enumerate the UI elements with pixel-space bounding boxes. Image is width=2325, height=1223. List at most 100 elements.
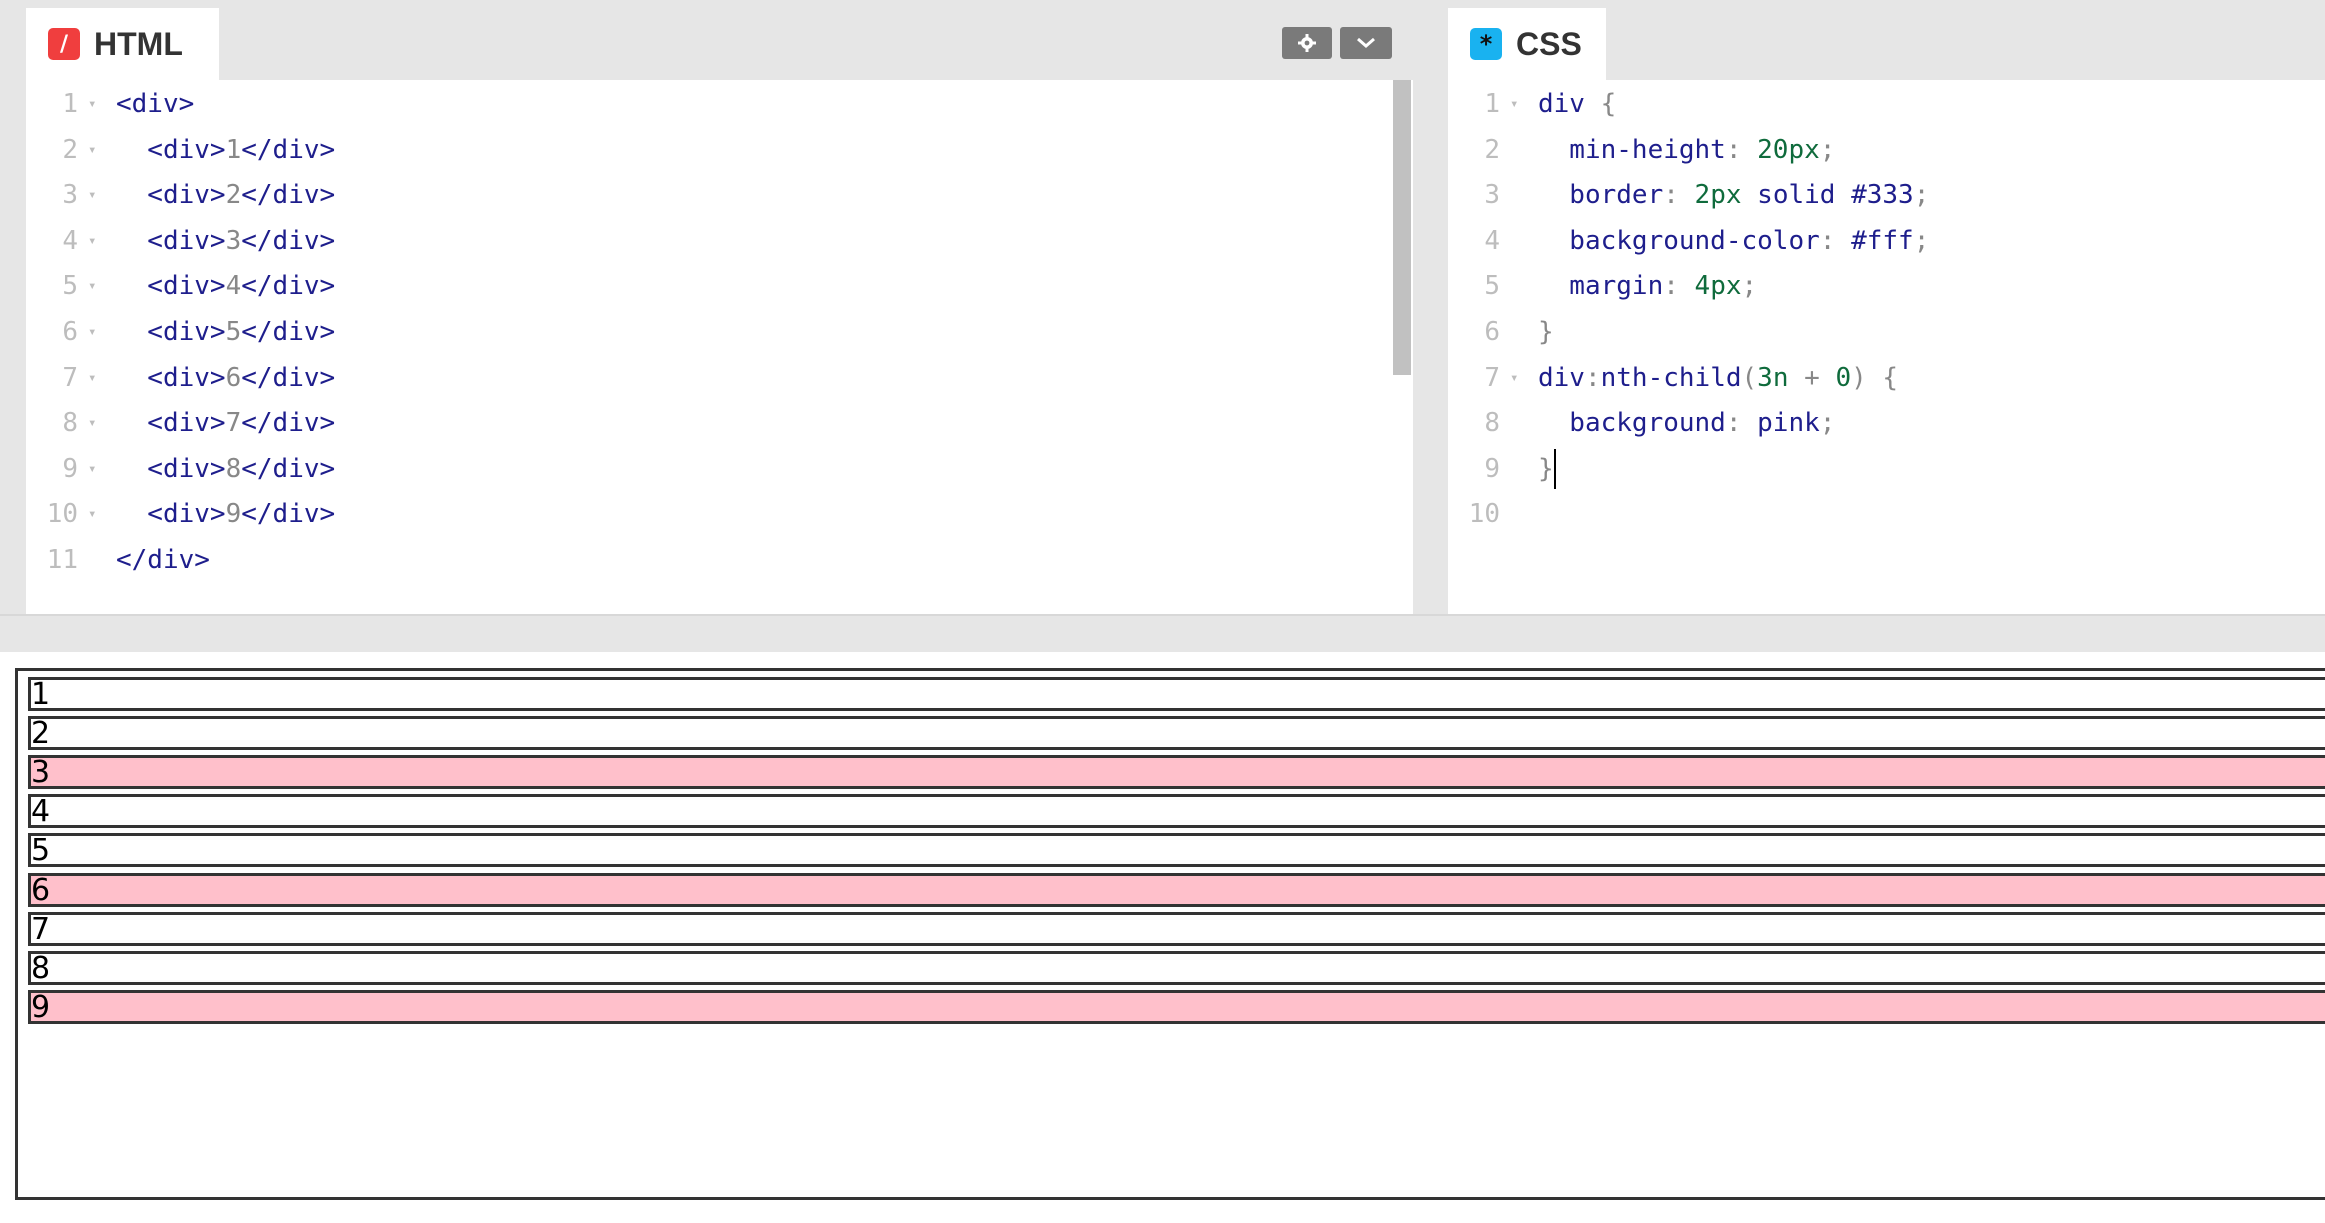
code-token: #333 xyxy=(1851,180,1914,211)
code-line: 1 ▾ <div> xyxy=(26,82,1413,127)
code-token: 3n xyxy=(1757,362,1789,393)
code-token: : xyxy=(1725,408,1758,439)
fold-arrow-icon[interactable]: ▾ xyxy=(88,310,96,355)
code-token: <div> xyxy=(116,89,195,119)
code-token: </div> xyxy=(241,180,336,211)
code-token: background-color xyxy=(1538,225,1820,256)
code-line: 10 xyxy=(1448,492,2325,537)
code-token: } xyxy=(1538,453,1554,484)
line-number: 8 xyxy=(62,408,78,439)
code-token: ; xyxy=(1819,408,1836,439)
result-div-row: 3 xyxy=(28,755,2325,791)
line-number: 2 xyxy=(1484,134,1500,165)
result-div-label: 5 xyxy=(31,833,51,869)
code-text: background-color: #fff; xyxy=(1538,219,1929,264)
code-token: <div> xyxy=(116,362,226,393)
code-token: 6 xyxy=(225,362,242,393)
code-token: </div> xyxy=(241,225,336,256)
code-text: div:nth-child(3n + 0) { xyxy=(1538,356,1898,401)
fold-arrow-icon[interactable]: ▾ xyxy=(88,447,96,492)
code-line: 10 ▾ <div>9</div> xyxy=(26,492,1413,537)
code-text: } xyxy=(1538,447,1554,492)
code-text: min-height: 20px; xyxy=(1538,128,1835,173)
code-token: pink xyxy=(1757,408,1820,439)
line-number: 7 xyxy=(62,362,78,393)
html-icon: / xyxy=(48,28,80,60)
code-token: </div> xyxy=(241,271,336,302)
code-token: 7 xyxy=(225,408,242,439)
fold-arrow-icon[interactable]: ▾ xyxy=(88,173,96,218)
result-div-row: 8 xyxy=(28,950,2325,986)
fold-arrow-icon[interactable]: ▾ xyxy=(88,401,96,446)
css-code-editor[interactable]: 1 ▾ div {2 min-height: 20px; 3 border: 2px … xyxy=(1448,80,2325,614)
result-div-row: 5 xyxy=(28,833,2325,869)
code-token: ( xyxy=(1741,362,1758,393)
html-editor-scrollbar[interactable] xyxy=(1393,80,1411,375)
line-number: 3 xyxy=(62,180,78,211)
line-number: 11 xyxy=(46,545,78,575)
result-div-label: 7 xyxy=(31,911,51,947)
code-text: <div>3</div> xyxy=(116,219,335,264)
code-token: <div> xyxy=(116,271,226,302)
line-number: 8 xyxy=(1484,408,1500,439)
settings-button[interactable] xyxy=(1282,27,1332,59)
code-line: 7 ▾ <div>6</div> xyxy=(26,356,1413,401)
code-token: + xyxy=(1788,362,1836,393)
code-line: 9} xyxy=(1448,447,2325,492)
line-number: 3 xyxy=(1484,180,1500,211)
code-token: min-height xyxy=(1538,134,1726,165)
code-token: 1 xyxy=(225,134,242,165)
code-line: 7 ▾ div:nth-child(3n + 0) { xyxy=(1448,356,2325,401)
code-line: 9 ▾ <div>8</div> xyxy=(26,447,1413,492)
result-div-label: 3 xyxy=(31,755,51,791)
fold-arrow-icon[interactable]: ▾ xyxy=(88,82,96,127)
code-token: div xyxy=(1538,362,1585,393)
code-token: ; xyxy=(1913,225,1930,256)
fold-arrow-icon[interactable]: ▾ xyxy=(1510,82,1518,127)
result-div-row: 6 xyxy=(28,872,2325,907)
tab-html-label: HTML xyxy=(94,25,183,62)
code-token: nth-child xyxy=(1600,362,1742,393)
editor-area: / HTML 1 ▾ <div> 2 ▾ <div>1</div> 3 ▾ <div>2</… xyxy=(0,0,2325,620)
code-line: 4 ▾ <div>3</div> xyxy=(26,219,1413,264)
html-code-editor[interactable]: 1 ▾ <div> 2 ▾ <div>1</div> 3 ▾ <div>2</div> 4 ▾ … xyxy=(26,80,1413,614)
line-number: 4 xyxy=(1484,225,1500,256)
line-number: 5 xyxy=(1484,271,1500,302)
code-token: margin xyxy=(1538,271,1664,302)
fold-arrow-icon[interactable]: ▾ xyxy=(88,128,96,173)
code-token: <div> xyxy=(116,180,226,211)
tab-css[interactable]: * CSS xyxy=(1448,8,1606,80)
fold-arrow-icon[interactable]: ▾ xyxy=(88,264,96,309)
css-icon: * xyxy=(1470,28,1502,60)
pane-resize-handle[interactable] xyxy=(0,614,2325,652)
gear-icon xyxy=(1298,34,1316,52)
line-number: 5 xyxy=(62,271,78,302)
line-number: 9 xyxy=(1484,453,1500,484)
code-token: ) xyxy=(1851,362,1883,393)
code-token: <div> xyxy=(116,453,226,484)
collapse-button[interactable] xyxy=(1340,27,1392,59)
code-text: <div>8</div> xyxy=(116,447,335,492)
code-text: <div>7</div> xyxy=(116,401,335,446)
tab-html[interactable]: / HTML xyxy=(26,8,219,80)
code-line: 8 ▾ <div>7</div> xyxy=(26,401,1413,446)
fold-arrow-icon[interactable]: ▾ xyxy=(1510,356,1518,401)
fold-arrow-icon[interactable]: ▾ xyxy=(88,219,96,264)
code-token: 9 xyxy=(225,499,242,530)
result-div-row: 9 xyxy=(28,989,2325,1024)
code-line: 6} xyxy=(1448,310,2325,355)
code-token: </div> xyxy=(116,545,210,575)
code-token: : xyxy=(1663,180,1695,211)
result-div-label: 8 xyxy=(31,950,51,986)
code-text: <div> xyxy=(116,82,194,127)
code-token: <div> xyxy=(116,408,226,439)
code-token: 4 xyxy=(225,271,242,302)
fold-arrow-icon[interactable]: ▾ xyxy=(88,356,96,401)
code-token: </div> xyxy=(241,499,336,530)
code-line: 3 border: 2px solid #333; xyxy=(1448,173,2325,218)
code-token: 4px xyxy=(1694,271,1742,302)
fold-arrow-icon[interactable]: ▾ xyxy=(88,492,96,537)
code-token: ; xyxy=(1913,180,1930,211)
code-line: 5 ▾ <div>4</div> xyxy=(26,264,1413,309)
line-number: 10 xyxy=(46,499,78,530)
